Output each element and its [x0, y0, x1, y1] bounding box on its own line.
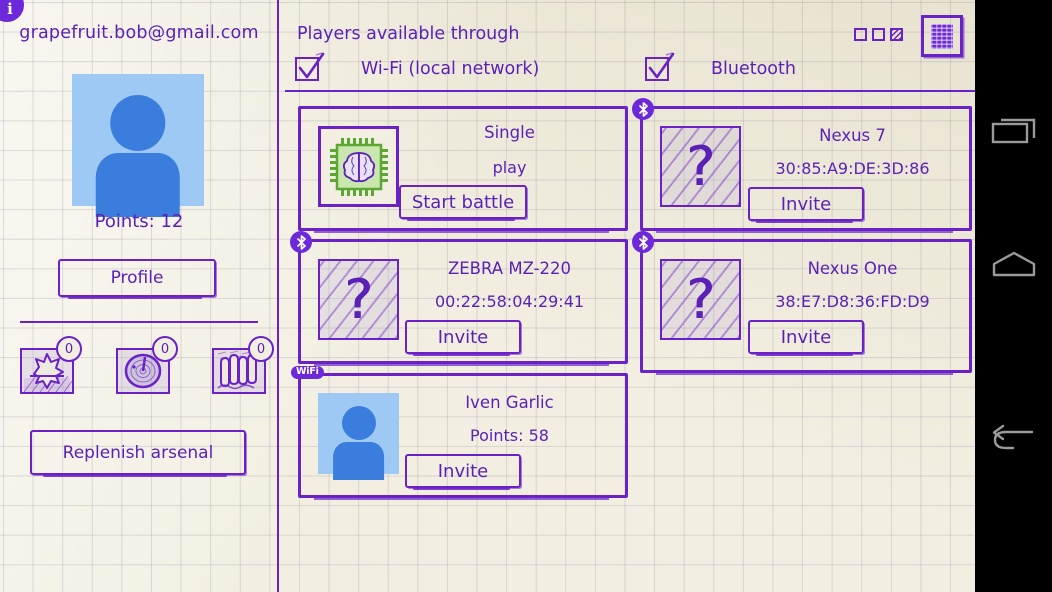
home-button[interactable]: [975, 230, 1052, 300]
player-card-nexus-7[interactable]: ? Nexus 7 30:85:A9:DE:3D:86 Invite: [632, 98, 972, 233]
card-subtitle: play: [492, 158, 527, 177]
invite-button[interactable]: Invite: [405, 454, 521, 490]
avatar-body: [95, 153, 181, 217]
invite-button-label: Invite: [780, 326, 832, 348]
header-mini-icons: [854, 28, 903, 41]
account-email: grapefruit.bob@gmail.com: [19, 23, 259, 43]
card-subtitle: 30:85:A9:DE:3D:86: [775, 159, 930, 178]
hatched-square-icon[interactable]: [890, 28, 903, 41]
invite-button-label: Invite: [437, 326, 489, 348]
invite-button[interactable]: Invite: [748, 320, 864, 356]
question-mark-glyph: ?: [686, 267, 715, 331]
arsenal-row: 0 0 0: [20, 336, 274, 402]
header-divider: [285, 90, 975, 92]
bluetooth-filter-checkbox[interactable]: Bluetooth: [645, 52, 796, 81]
sidebar: i grapefruit.bob@gmail.com Points: 12 Pr…: [0, 0, 278, 592]
arsenal-item-rockets[interactable]: 0: [212, 336, 274, 394]
vertical-divider: [277, 0, 279, 592]
recents-button[interactable]: [975, 95, 1052, 165]
avatar: [72, 74, 204, 217]
arsenal-count-badge: 0: [152, 336, 178, 362]
ai-chip-brain-icon: [318, 126, 399, 207]
invite-button-label: Invite: [437, 460, 489, 482]
profile-button-label: Profile: [110, 268, 164, 288]
arsenal-item-radar[interactable]: 0: [116, 336, 178, 394]
card-title: Iven Garlic: [465, 393, 554, 412]
square-icon[interactable]: [872, 28, 885, 41]
qr-code-icon: [931, 23, 953, 49]
bluetooth-icon: [632, 98, 654, 120]
main-panel: Players available through Wi-Fi (local n…: [280, 0, 975, 592]
card-title: Nexus 7: [819, 126, 886, 145]
card-subtitle: 38:E7:D8:36:FD:D9: [775, 292, 930, 311]
card-subtitle: Points: 58: [470, 426, 549, 445]
start-battle-button[interactable]: Start battle: [399, 185, 527, 221]
qr-code-button[interactable]: [921, 15, 963, 57]
replenish-arsenal-button[interactable]: Replenish arsenal: [30, 430, 246, 477]
card-subtitle: 00:22:58:04:29:41: [434, 292, 585, 311]
bluetooth-filter-label: Bluetooth: [711, 59, 796, 79]
back-icon: [992, 424, 1033, 450]
profile-button[interactable]: Profile: [58, 259, 216, 299]
avatar-head: [110, 95, 166, 151]
avatar-head: [341, 405, 376, 440]
start-battle-label: Start battle: [411, 191, 515, 213]
wifi-filter-label: Wi-Fi (local network): [361, 59, 540, 79]
avatar-body: [332, 441, 385, 481]
bluetooth-icon: [632, 231, 654, 253]
arsenal-item-bomb[interactable]: 0: [20, 336, 82, 394]
player-card-zebra-mz-220[interactable]: ? ZEBRA MZ-220 00:22:58:04:29:41 Invite: [290, 231, 628, 366]
bluetooth-icon: [290, 231, 312, 253]
card-title: Nexus One: [807, 259, 898, 278]
page-title: Players available through: [297, 24, 520, 44]
info-icon-label: i: [7, 0, 13, 18]
paper-background: i grapefruit.bob@gmail.com Points: 12 Pr…: [0, 0, 975, 592]
home-icon: [992, 251, 1035, 277]
wifi-filter-checkbox[interactable]: Wi-Fi (local network): [295, 52, 540, 81]
unknown-player-icon: ?: [318, 259, 399, 340]
avatar: [318, 393, 399, 481]
square-icon[interactable]: [854, 28, 867, 41]
player-card-nexus-one[interactable]: ? Nexus One 38:E7:D8:36:FD:D9 Invite: [632, 231, 972, 375]
app-screen: i grapefruit.bob@gmail.com Points: 12 Pr…: [0, 0, 1052, 592]
player-card-iven-garlic[interactable]: WiFi Iven Garlic Points: 58 Invite: [291, 366, 628, 500]
recents-icon: [991, 118, 1035, 144]
back-button[interactable]: [975, 405, 1052, 475]
checkbox-box: [645, 52, 675, 81]
unknown-player-icon: ?: [660, 126, 741, 207]
wifi-icon: WiFi: [291, 366, 324, 379]
player-card-single-play[interactable]: Single play Start battle: [298, 106, 628, 233]
checkbox-box: [295, 52, 325, 81]
card-title: ZEBRA MZ-220: [447, 259, 572, 278]
checkmark-icon: [298, 52, 325, 79]
points-label: Points: 12: [94, 211, 184, 232]
sidebar-divider: [20, 321, 258, 323]
arsenal-count-badge: 0: [56, 336, 82, 362]
invite-button[interactable]: Invite: [748, 187, 864, 223]
android-navigation-bar: [975, 0, 1052, 592]
question-mark-glyph: ?: [686, 134, 715, 198]
checkmark-icon: [648, 52, 675, 79]
wifi-badge-label: WiFi: [296, 366, 319, 377]
invite-button-label: Invite: [780, 193, 832, 215]
arsenal-count-badge: 0: [248, 336, 274, 362]
invite-button[interactable]: Invite: [405, 320, 521, 356]
question-mark-glyph: ?: [344, 267, 373, 331]
card-title: Single: [484, 123, 535, 142]
unknown-player-icon: ?: [660, 259, 741, 340]
info-icon[interactable]: i: [0, 0, 24, 22]
replenish-arsenal-label: Replenish arsenal: [62, 442, 214, 463]
